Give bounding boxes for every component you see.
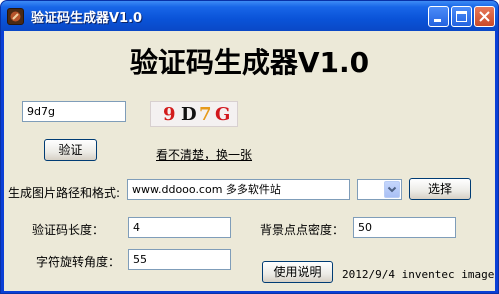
density-label: 背景点点密度： — [260, 223, 345, 237]
browse-button[interactable]: 选择 — [409, 178, 471, 200]
path-label: 生成图片路径和格式: — [8, 186, 121, 200]
format-select[interactable] — [357, 179, 402, 200]
footer-credit: 2012/9/4 inventec image — [342, 268, 495, 281]
minimize-icon — [434, 19, 441, 22]
page-title: 验证码生成器V1.0 — [129, 46, 370, 79]
captcha-image[interactable]: 9 D 7 G — [150, 101, 238, 127]
window-title: 验证码生成器V1.0 — [31, 11, 143, 26]
minimize-button[interactable] — [428, 6, 449, 27]
captcha-char: 7 — [199, 104, 212, 125]
captcha-char: G — [215, 104, 231, 125]
maximize-icon — [456, 11, 467, 22]
client-area: 验证码生成器V1.0 9d7g 9 D 7 G 验证 看不清楚，换一张 生成图片… — [4, 31, 495, 291]
app-window: 验证码生成器V1.0 验证码生成器V1.0 9d7g 9 D 7 G 验证 看不… — [0, 0, 499, 294]
app-icon[interactable] — [7, 8, 24, 25]
length-label: 验证码长度： — [32, 223, 105, 237]
chevron-down-icon — [387, 186, 397, 193]
verify-button[interactable]: 验证 — [44, 139, 97, 161]
captcha-char: D — [181, 104, 197, 125]
captcha-char: 9 — [163, 104, 176, 125]
title-bar[interactable]: 验证码生成器V1.0 — [1, 1, 498, 31]
maximize-button[interactable] — [451, 6, 472, 27]
help-button[interactable]: 使用说明 — [262, 261, 333, 283]
close-button[interactable] — [474, 6, 495, 27]
length-field[interactable]: 4 — [128, 217, 231, 238]
close-icon — [479, 11, 490, 22]
density-field[interactable]: 50 — [353, 217, 456, 238]
rotation-field[interactable]: 55 — [128, 249, 231, 270]
path-field[interactable]: www.ddooo.com 多多软件站 — [127, 179, 350, 200]
refresh-captcha-link[interactable]: 看不清楚，换一张 — [156, 146, 252, 163]
captcha-input[interactable]: 9d7g — [22, 101, 126, 122]
rotation-label: 字符旋转角度： — [36, 255, 121, 269]
dropdown-arrow-button[interactable] — [384, 181, 400, 198]
